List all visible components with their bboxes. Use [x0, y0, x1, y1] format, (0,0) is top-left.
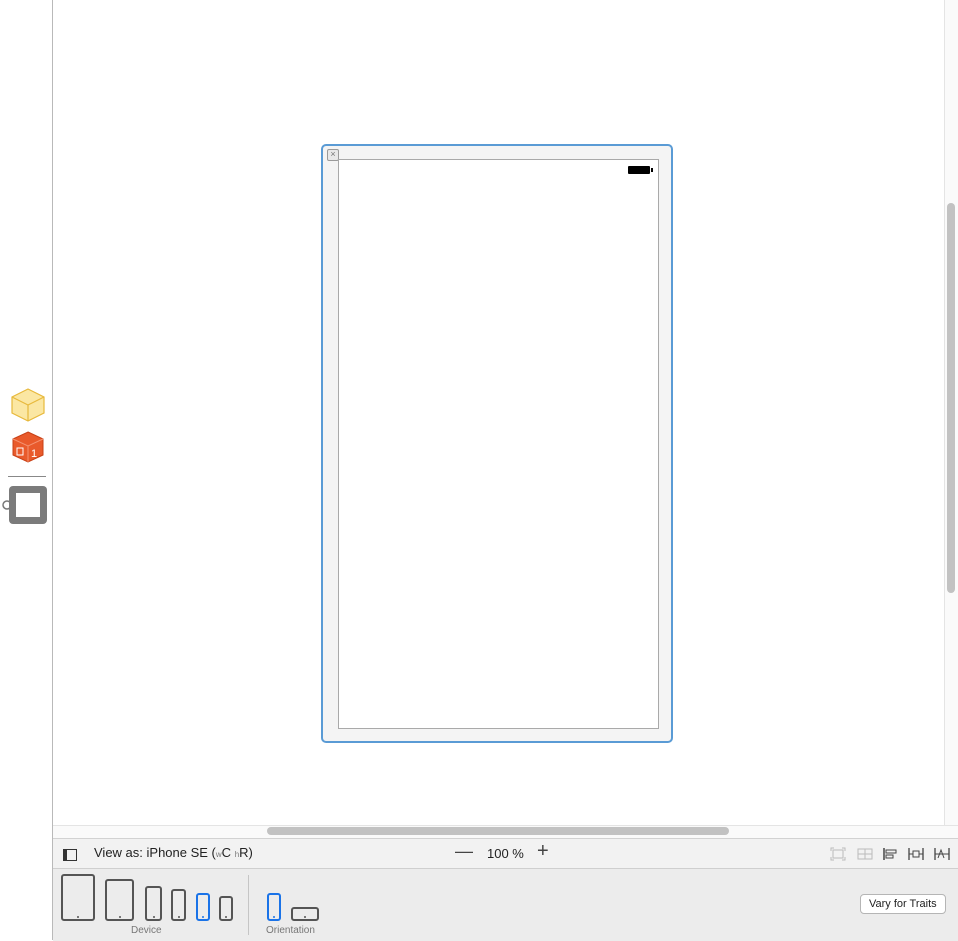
orientation-landscape-icon[interactable] [291, 907, 319, 921]
horizontal-scroll-thumb[interactable] [267, 827, 729, 835]
battery-icon [628, 166, 653, 174]
resolve-autolayout-icon[interactable] [934, 847, 950, 861]
orientation-group-label: Orientation [266, 925, 315, 936]
device-iphone-plus-icon[interactable] [145, 886, 162, 921]
dock-divider [8, 476, 46, 477]
embed-in-stack-icon[interactable] [857, 847, 873, 861]
view-controller-icon[interactable] [10, 387, 46, 423]
device-iphone-icon[interactable] [171, 889, 186, 921]
device-ipad-pro-10-icon[interactable] [105, 879, 134, 921]
orientation-portrait-icon[interactable] [267, 893, 281, 921]
view-as-prefix: View as: iPhone SE ( [94, 845, 216, 860]
device-configuration-bar: Device Orientation Vary for Traits [53, 868, 958, 941]
device-bar-divider [248, 875, 249, 935]
height-class: R) [239, 845, 253, 860]
zoom-out-button[interactable]: — [455, 841, 473, 862]
device-iphone-4s-icon[interactable] [219, 896, 233, 921]
view-as-label[interactable]: View as: iPhone SE (wC hR) [94, 845, 253, 860]
zoom-level: 100 % [487, 846, 524, 861]
device-iphone-se-icon[interactable] [196, 893, 210, 921]
vary-for-traits-button[interactable]: Vary for Traits [860, 894, 946, 914]
width-class: C [221, 845, 232, 860]
view-controller-scene[interactable]: × [321, 144, 673, 743]
exit-icon[interactable] [2, 484, 50, 528]
scene-dock: 1 [0, 0, 53, 940]
zoom-in-button[interactable]: + [537, 840, 549, 863]
device-group-label: Device [131, 925, 162, 936]
align-icon[interactable] [882, 847, 898, 861]
iphone-screen[interactable] [338, 159, 659, 729]
add-constraints-icon[interactable] [908, 847, 924, 861]
vertical-scroll-thumb[interactable] [947, 203, 955, 593]
device-ipad-pro-12-icon[interactable] [61, 874, 95, 921]
canvas-bottom-toolbar: View as: iPhone SE (wC hR) — 100 % + [53, 838, 958, 869]
first-responder-icon[interactable]: 1 [11, 430, 45, 464]
update-frames-icon[interactable] [830, 847, 846, 861]
document-outline-toggle-icon[interactable] [63, 849, 77, 861]
svg-text:1: 1 [31, 448, 37, 460]
